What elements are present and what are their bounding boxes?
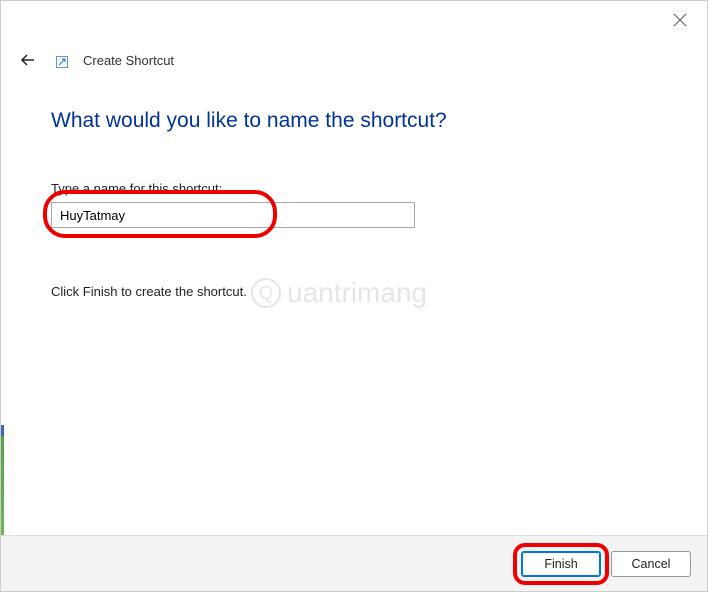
cancel-button[interactable]: Cancel	[611, 551, 691, 577]
page-heading: What would you like to name the shortcut…	[51, 109, 657, 133]
wizard-footer: Finish Cancel	[1, 535, 707, 591]
back-button[interactable]	[19, 51, 37, 69]
background-sliver	[1, 425, 4, 535]
shortcut-name-input[interactable]	[51, 202, 415, 228]
wizard-header: Create Shortcut	[19, 51, 174, 69]
back-arrow-icon	[19, 51, 37, 69]
close-button[interactable]	[673, 13, 689, 29]
finish-button[interactable]: Finish	[521, 551, 601, 577]
wizard-content: What would you like to name the shortcut…	[1, 1, 707, 299]
create-shortcut-wizard: Create Shortcut What would you like to n…	[0, 0, 708, 592]
wizard-title: Create Shortcut	[83, 53, 174, 68]
instruction-text: Click Finish to create the shortcut.	[51, 284, 657, 299]
shortcut-name-input-wrap	[51, 202, 415, 228]
shortcut-icon	[55, 55, 69, 69]
close-icon	[673, 13, 687, 27]
shortcut-name-label: Type a name for this shortcut:	[51, 181, 657, 196]
finish-button-wrap: Finish	[521, 551, 601, 577]
